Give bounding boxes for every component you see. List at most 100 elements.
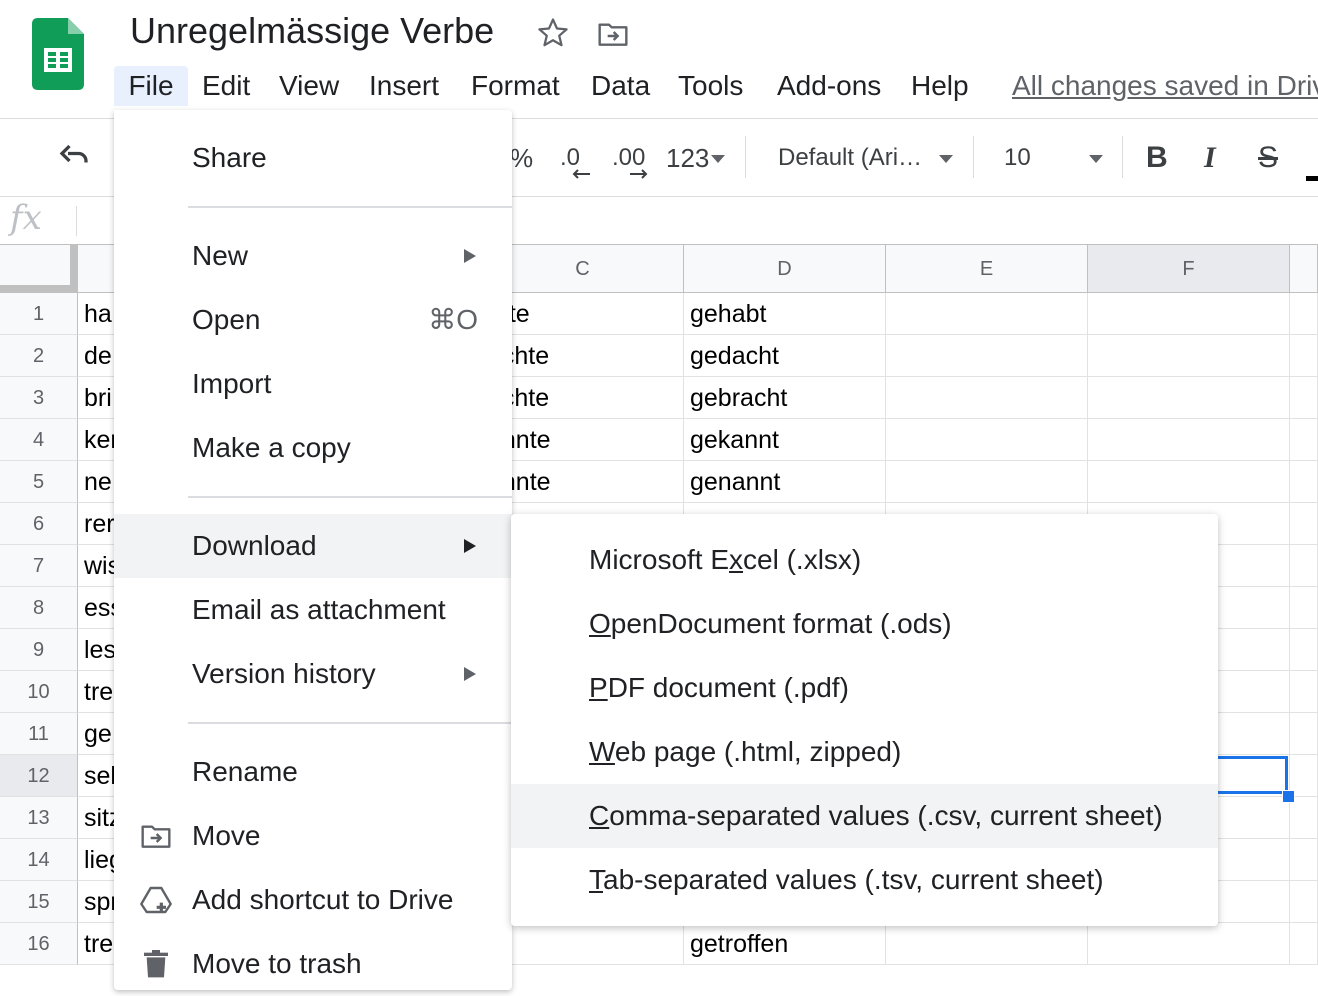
menu-format[interactable]: Format (471, 66, 560, 106)
text-color-swatch[interactable] (1306, 176, 1318, 181)
download-ods[interactable]: OpenDocument format (.ods) (511, 592, 1218, 656)
download-pdf[interactable]: PDF document (.pdf) (511, 656, 1218, 720)
menu-tools[interactable]: Tools (678, 66, 743, 106)
cell-d[interactable]: gekannt (684, 419, 886, 461)
cell-d[interactable]: gebracht (684, 377, 886, 419)
undo-icon[interactable] (54, 140, 94, 176)
cell-g[interactable] (1290, 503, 1318, 545)
cell-d[interactable]: gedacht (684, 335, 886, 377)
cell-g[interactable] (1290, 419, 1318, 461)
row-header[interactable]: 13 (0, 797, 78, 839)
save-status-link[interactable]: All changes saved in Driv (1012, 66, 1318, 106)
font-family-select[interactable]: Default (Ari… (778, 140, 922, 176)
cell-g[interactable] (1290, 629, 1318, 671)
menu-data[interactable]: Data (591, 66, 650, 106)
cell-g[interactable] (1290, 713, 1318, 755)
row-header[interactable]: 9 (0, 629, 78, 671)
cell-f[interactable] (1088, 419, 1290, 461)
cell-c[interactable]: af (482, 923, 684, 965)
cell-g[interactable] (1290, 797, 1318, 839)
font-size-select[interactable]: 10 (1004, 140, 1031, 176)
download-html[interactable]: Web page (.html, zipped) (511, 720, 1218, 784)
fill-handle[interactable] (1282, 790, 1295, 803)
menu-insert[interactable]: Insert (369, 66, 439, 106)
bold-button[interactable]: B (1146, 140, 1168, 176)
more-formats-button[interactable]: 123 (666, 140, 709, 176)
menu-item-import[interactable]: Import (114, 352, 512, 416)
cell-g[interactable] (1290, 377, 1318, 419)
cell-g[interactable] (1290, 881, 1318, 923)
menu-help[interactable]: Help (911, 66, 969, 106)
cell-g[interactable] (1290, 923, 1318, 965)
cell-e[interactable] (886, 419, 1088, 461)
menu-item-new[interactable]: New (114, 224, 512, 288)
cell-c[interactable]: annte (482, 419, 684, 461)
row-header[interactable]: 4 (0, 419, 78, 461)
cell-c[interactable]: atte (482, 293, 684, 335)
cell-d[interactable]: getroffen (684, 923, 886, 965)
row-header[interactable]: 3 (0, 377, 78, 419)
row-header[interactable]: 2 (0, 335, 78, 377)
cell-d[interactable]: gehabt (684, 293, 886, 335)
cell-e[interactable] (886, 293, 1088, 335)
strikethrough-button[interactable]: S (1258, 140, 1278, 176)
sheets-logo-icon[interactable] (32, 18, 84, 90)
row-header[interactable]: 15 (0, 881, 78, 923)
column-header-c[interactable]: C (482, 245, 684, 293)
cell-f[interactable] (1088, 377, 1290, 419)
menu-item-rename[interactable]: Rename (114, 740, 512, 804)
menu-file[interactable]: File (114, 66, 188, 106)
cell-c[interactable]: annte (482, 461, 684, 503)
cell-g[interactable] (1290, 839, 1318, 881)
cell-f[interactable] (1088, 293, 1290, 335)
row-header[interactable]: 12 (0, 755, 78, 797)
cell-d[interactable]: genannt (684, 461, 886, 503)
cell-e[interactable] (886, 461, 1088, 503)
column-header-e[interactable]: E (886, 245, 1088, 293)
download-csv[interactable]: Comma-separated values (.csv, current sh… (511, 784, 1218, 848)
menu-item-email-attachment[interactable]: Email as attachment (114, 578, 512, 642)
cell-c[interactable]: achte (482, 335, 684, 377)
row-header[interactable]: 7 (0, 545, 78, 587)
row-header[interactable]: 8 (0, 587, 78, 629)
cell-e[interactable] (886, 335, 1088, 377)
cell-e[interactable] (886, 923, 1088, 965)
italic-button[interactable]: I (1204, 140, 1216, 176)
format-percent-button[interactable]: % (510, 140, 533, 176)
menu-item-open[interactable]: Open ⌘O (114, 288, 512, 352)
cell-e[interactable] (886, 377, 1088, 419)
row-header[interactable]: 10 (0, 671, 78, 713)
cell-g[interactable] (1290, 671, 1318, 713)
row-header[interactable]: 14 (0, 839, 78, 881)
menu-item-add-shortcut[interactable]: Add shortcut to Drive (114, 868, 512, 932)
download-tsv[interactable]: Tab-separated values (.tsv, current shee… (511, 848, 1218, 912)
menu-item-version-history[interactable]: Version history (114, 642, 512, 706)
menu-view[interactable]: View (279, 66, 339, 106)
menu-item-trash[interactable]: Move to trash (114, 932, 512, 996)
cell-g[interactable] (1290, 587, 1318, 629)
cell-c[interactable]: achte (482, 377, 684, 419)
column-header-d[interactable]: D (684, 245, 886, 293)
cell-g[interactable] (1290, 335, 1318, 377)
menu-edit[interactable]: Edit (202, 66, 250, 106)
menu-item-move[interactable]: Move (114, 804, 512, 868)
row-header[interactable]: 5 (0, 461, 78, 503)
move-folder-icon[interactable] (596, 18, 630, 50)
column-header-g[interactable] (1290, 245, 1318, 293)
row-header[interactable]: 6 (0, 503, 78, 545)
menu-item-make-copy[interactable]: Make a copy (114, 416, 512, 480)
cell-g[interactable] (1290, 545, 1318, 587)
cell-g[interactable] (1290, 293, 1318, 335)
download-xlsx[interactable]: Microsoft Excel (.xlsx) (511, 528, 1218, 592)
star-icon[interactable] (536, 16, 570, 50)
row-header[interactable]: 1 (0, 293, 78, 335)
document-title[interactable]: Unregelmässige Verbe (130, 10, 494, 52)
cell-f[interactable] (1088, 461, 1290, 503)
menu-item-download[interactable]: Download (114, 514, 512, 578)
cell-g[interactable] (1290, 461, 1318, 503)
row-header[interactable]: 16 (0, 923, 78, 965)
cell-f[interactable] (1088, 923, 1290, 965)
menu-addons[interactable]: Add-ons (777, 66, 881, 106)
row-header[interactable]: 11 (0, 713, 78, 755)
column-header-f[interactable]: F (1088, 245, 1290, 293)
